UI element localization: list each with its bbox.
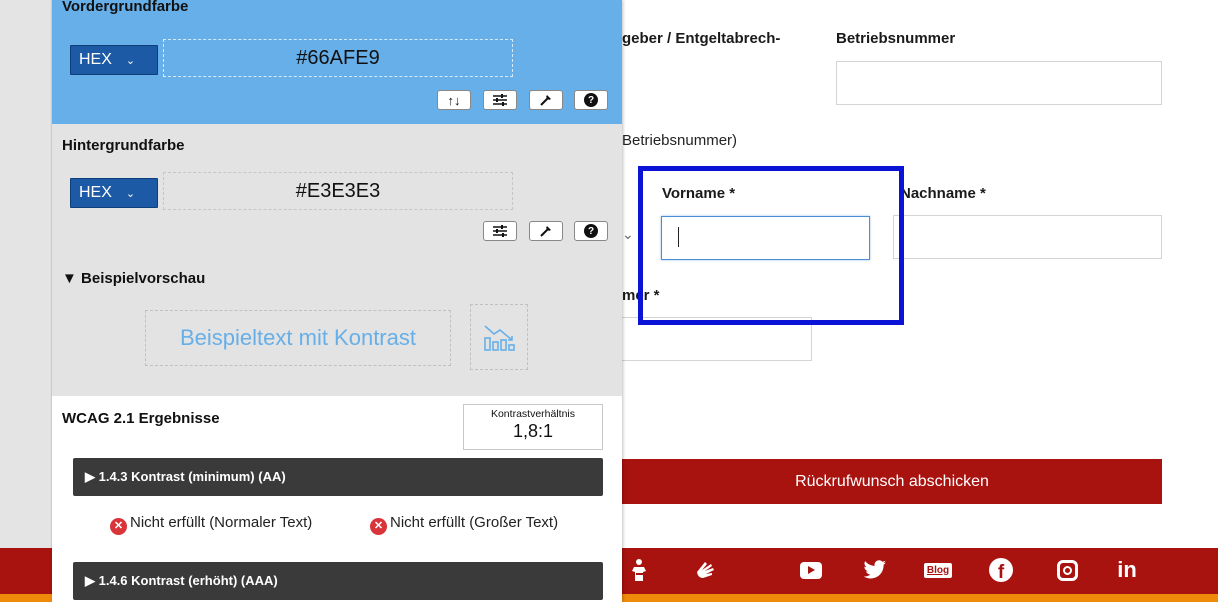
facebook-icon[interactable]: f <box>986 553 1016 587</box>
twitter-icon[interactable] <box>860 553 890 587</box>
criterion-1-4-6-toggle[interactable]: ▶ 1.4.6 Kontrast (erhöht) (AAA) <box>73 562 603 600</box>
background-hex-input[interactable]: #E3E3E3 <box>163 172 513 210</box>
result-large-text: ✕ Nicht erfüllt (Großer Text) <box>370 514 620 535</box>
foreground-help-button[interactable]: ? <box>574 90 608 110</box>
contrast-ratio-label: Kontrastverhältnis <box>490 408 576 420</box>
hand-sign-icon[interactable] <box>690 553 720 587</box>
fail-icon: ✕ <box>370 517 387 535</box>
foreground-section: Vordergrundfarbe HEX ⌄ #66AFE9 ↑↓ ? <box>52 0 622 124</box>
contrast-ratio-box: Kontrastverhältnis 1,8:1 <box>463 404 603 450</box>
swap-colors-button[interactable]: ↑↓ <box>437 90 471 110</box>
foreground-sliders-button[interactable] <box>483 90 517 110</box>
help-icon: ? <box>584 224 598 238</box>
fail-icon: ✕ <box>110 517 127 535</box>
contrast-checker-panel: Vordergrundfarbe HEX ⌄ #66AFE9 ↑↓ ? Hint… <box>52 0 622 602</box>
preview-toggle[interactable]: ▼ Beispielvorschau <box>62 270 205 287</box>
vorname-input[interactable] <box>661 216 870 260</box>
nachname-label: Nachname * <box>900 185 986 202</box>
result-normal-text: ✕ Nicht erfüllt (Normaler Text) <box>110 514 340 535</box>
preview-sample-text: Beispieltext mit Kontrast <box>145 310 451 366</box>
sliders-icon <box>493 225 507 237</box>
background-section: Hintergrundfarbe HEX ⌄ #E3E3E3 ? <box>52 124 622 258</box>
eyedropper-icon <box>540 95 551 106</box>
arbeitgeber-label: geber / Entgeltabrech- <box>622 30 781 47</box>
wcag-results-title: WCAG 2.1 Ergebnisse <box>62 410 220 427</box>
foreground-format-value: HEX <box>79 51 112 68</box>
eyedropper-icon <box>540 226 551 237</box>
submit-callback-button[interactable]: Rückrufwunsch abschicken <box>622 459 1162 504</box>
foreground-title: Vordergrundfarbe <box>62 0 189 15</box>
result-large-label: Nicht erfüllt (Großer Text) <box>390 514 559 531</box>
vorname-label: Vorname * <box>662 185 736 202</box>
nummer-input[interactable] <box>622 317 812 361</box>
betriebsnummer-label: Betriebsnummer <box>836 30 956 47</box>
nummer-label: mer * <box>622 287 660 304</box>
foreground-hex-input[interactable]: #66AFE9 <box>163 39 513 77</box>
screen: geber / Entgeltabrech- Betriebsnummer Be… <box>0 0 1218 602</box>
page-left-margin <box>0 0 52 602</box>
foreground-format-select[interactable]: HEX ⌄ <box>70 45 158 75</box>
instagram-icon[interactable] <box>1052 553 1082 587</box>
background-help-button[interactable]: ? <box>574 221 608 241</box>
foreground-eyedropper-button[interactable] <box>529 90 563 110</box>
criterion-1-4-3-toggle[interactable]: ▶ 1.4.3 Kontrast (minimum) (AA) <box>73 458 603 496</box>
swap-icon: ↑↓ <box>447 92 461 108</box>
contrast-ratio-value: 1,8:1 <box>512 421 554 441</box>
chevron-down-icon: ⌄ <box>125 54 136 67</box>
text-caret <box>678 227 679 247</box>
sliders-icon <box>493 94 507 106</box>
background-eyedropper-button[interactable] <box>529 221 563 241</box>
blog-icon[interactable]: Blog <box>920 553 956 587</box>
linkedin-icon[interactable]: in <box>1112 553 1142 587</box>
background-sliders-button[interactable] <box>483 221 517 241</box>
nachname-input[interactable] <box>893 215 1162 259</box>
background-format-select[interactable]: HEX ⌄ <box>70 178 158 208</box>
chart-preview-icon <box>470 304 528 370</box>
result-normal-label: Nicht erfüllt (Normaler Text) <box>130 514 313 531</box>
background-title: Hintergrundfarbe <box>62 137 185 154</box>
background-format-value: HEX <box>79 184 112 201</box>
betriebsnummer-input[interactable] <box>836 61 1162 105</box>
sign-language-icon[interactable] <box>626 553 656 587</box>
chevron-down-icon[interactable]: ⌄ <box>622 226 634 243</box>
chevron-down-icon: ⌄ <box>125 187 136 200</box>
youtube-icon[interactable] <box>796 553 826 587</box>
blog-label: Blog <box>923 562 953 578</box>
betriebsnummer-note: Betriebsnummer) <box>622 132 738 149</box>
preview-section: ▼ Beispielvorschau Beispieltext mit Kont… <box>52 258 622 396</box>
help-icon: ? <box>584 93 598 107</box>
